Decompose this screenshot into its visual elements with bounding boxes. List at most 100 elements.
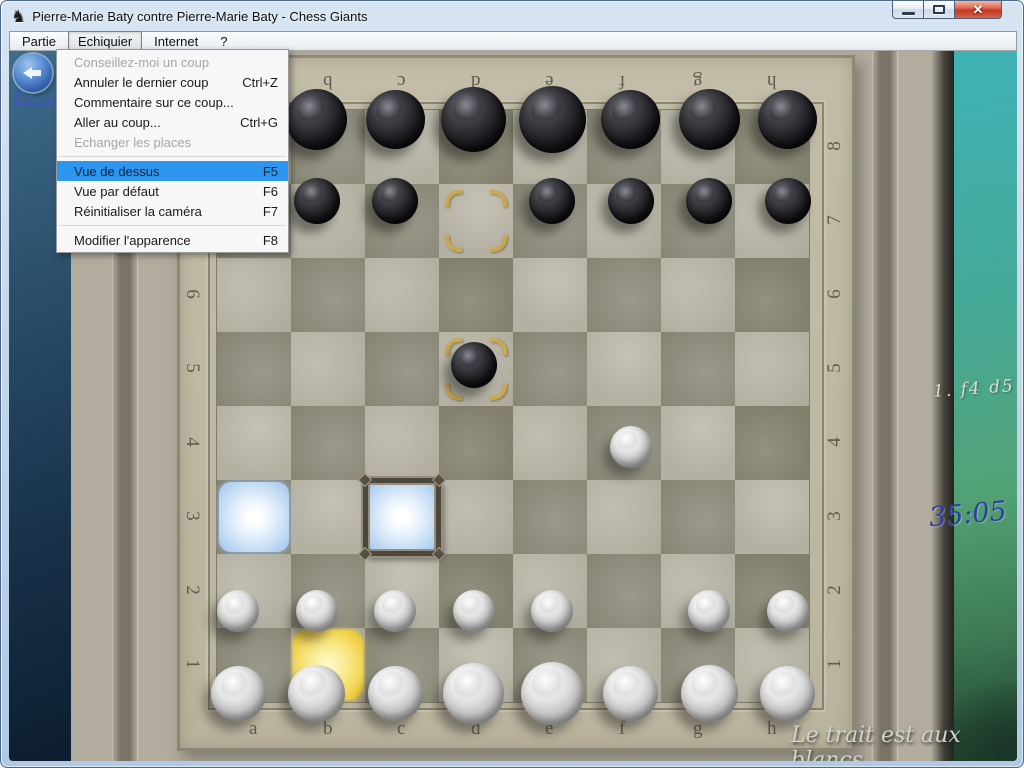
menu-item-shortcut: F5: [263, 164, 278, 179]
square-b6[interactable]: [291, 258, 365, 332]
square-h6[interactable]: [735, 258, 809, 332]
piece-white-pawn-a2[interactable]: [217, 590, 259, 632]
minimize-icon: [902, 12, 915, 15]
square-c4[interactable]: [365, 406, 439, 480]
menu-item-echanger-les-places[interactable]: Echanger les places: [57, 132, 288, 152]
piece-white-pawn-e2[interactable]: [531, 590, 573, 632]
piece-white-pawn-d2[interactable]: [453, 590, 495, 632]
rank-label-left-3: 3: [181, 511, 203, 521]
piece-white-pawn-b2[interactable]: [296, 590, 338, 632]
piece-highlight: [378, 672, 407, 701]
rank-label-left-2: 2: [181, 585, 203, 595]
piece-black-queen-d8[interactable]: [441, 87, 506, 152]
maximize-icon: [933, 5, 945, 14]
piece-black-pawn-h7[interactable]: [765, 178, 811, 224]
square-g4[interactable]: [661, 406, 735, 480]
menu-item-r-initialiser-la-cam-ra[interactable]: Réinitialiser la caméra F7: [57, 201, 288, 221]
piece-highlight: [690, 96, 722, 128]
piece-black-pawn-f7[interactable]: [608, 178, 654, 224]
close-button[interactable]: ✕: [955, 1, 1002, 19]
piece-black-pawn-b7[interactable]: [294, 178, 340, 224]
square-f6[interactable]: [587, 258, 661, 332]
piece-black-rook-h8[interactable]: [758, 90, 817, 149]
piece-white-knight-g1[interactable]: [681, 665, 738, 722]
piece-black-pawn-c7[interactable]: [372, 178, 418, 224]
piece-white-pawn-g2[interactable]: [688, 590, 730, 632]
piece-white-pawn-f4[interactable]: [610, 426, 652, 468]
piece-black-king-e8[interactable]: [519, 86, 586, 153]
menu-separator: [59, 225, 286, 226]
piece-highlight: [381, 184, 405, 208]
chess-board[interactable]: [217, 110, 809, 702]
square-g5[interactable]: [661, 332, 735, 406]
square-a4[interactable]: [217, 406, 291, 480]
piece-highlight: [538, 184, 562, 208]
file-label-bottom-a: a: [249, 718, 257, 740]
minimize-button[interactable]: [892, 1, 923, 19]
menu-item-conseillez-moi-un-coup[interactable]: Conseillez-moi un coup: [57, 52, 288, 72]
square-d3[interactable]: [439, 480, 513, 554]
piece-black-knight-g8[interactable]: [679, 89, 740, 150]
square-e3[interactable]: [513, 480, 587, 554]
piece-black-bishop-f8[interactable]: [601, 90, 660, 149]
square-e5[interactable]: [513, 332, 587, 406]
square-f2[interactable]: [587, 554, 661, 628]
menu-item-label: Réinitialiser la caméra: [74, 204, 202, 219]
square-e6[interactable]: [513, 258, 587, 332]
back-button[interactable]: [14, 54, 52, 92]
square-b5[interactable]: [291, 332, 365, 406]
menu-item-shortcut: F7: [263, 204, 278, 219]
square-a6[interactable]: [217, 258, 291, 332]
menu-item-commentaire-sur-ce-coup[interactable]: Commentaire sur ce coup...: [57, 92, 288, 112]
square-c5[interactable]: [365, 332, 439, 406]
square-g6[interactable]: [661, 258, 735, 332]
square-g3[interactable]: [661, 480, 735, 554]
piece-black-pawn-d5[interactable]: [451, 342, 497, 388]
maximize-button[interactable]: [923, 1, 955, 19]
piece-highlight: [696, 595, 718, 617]
piece-white-queen-d1[interactable]: [443, 663, 504, 724]
piece-black-pawn-e7[interactable]: [529, 178, 575, 224]
piece-black-knight-b8[interactable]: [286, 89, 347, 150]
rank-label-left-5: 5: [181, 363, 203, 373]
menu-item-annuler-le-dernier-coup[interactable]: Annuler le dernier coupCtrl+Z: [57, 72, 288, 92]
square-b4[interactable]: [291, 406, 365, 480]
square-h4[interactable]: [735, 406, 809, 480]
square-d6[interactable]: [439, 258, 513, 332]
piece-highlight: [539, 595, 561, 617]
piece-white-pawn-c2[interactable]: [374, 590, 416, 632]
legal-move-highlight-a3[interactable]: [219, 482, 289, 552]
square-c6[interactable]: [365, 258, 439, 332]
piece-black-bishop-c8[interactable]: [366, 90, 425, 149]
caption-buttons: ✕: [892, 1, 1002, 19]
square-a5[interactable]: [217, 332, 291, 406]
file-label-top-b: b: [323, 70, 333, 92]
menu-item-vue-de-dessus[interactable]: Vue de dessusF5: [57, 161, 288, 181]
piece-white-knight-b1[interactable]: [288, 665, 345, 722]
piece-black-pawn-g7[interactable]: [686, 178, 732, 224]
square-h3[interactable]: [735, 480, 809, 554]
piece-highlight: [612, 97, 643, 128]
menu-item-modifier-l-apparence[interactable]: Modifier l'apparenceF8: [57, 230, 288, 250]
piece-white-bishop-f1[interactable]: [603, 666, 658, 721]
square-h5[interactable]: [735, 332, 809, 406]
rank-label-left-6: 6: [181, 289, 203, 299]
square-d4[interactable]: [439, 406, 513, 480]
square-f5[interactable]: [587, 332, 661, 406]
piece-highlight: [382, 595, 404, 617]
menu-item-aller-au-coup[interactable]: Aller au coup...Ctrl+G: [57, 112, 288, 132]
piece-white-rook-a1[interactable]: [211, 666, 266, 721]
square-e4[interactable]: [513, 406, 587, 480]
piece-white-bishop-c1[interactable]: [368, 666, 423, 721]
square-f3[interactable]: [587, 480, 661, 554]
menu-separator: [59, 156, 286, 157]
piece-white-rook-h1[interactable]: [760, 666, 815, 721]
file-label-top-g: g: [693, 70, 703, 92]
piece-white-pawn-h2[interactable]: [767, 590, 809, 632]
piece-white-king-e1[interactable]: [521, 662, 584, 725]
cursor-frame-c3[interactable]: [363, 478, 441, 556]
square-b3[interactable]: [291, 480, 365, 554]
title-bar[interactable]: ♞ Pierre-Marie Baty contre Pierre-Marie …: [1, 1, 1023, 31]
menu-item-vue-par-d-faut[interactable]: Vue par défautF6: [57, 181, 288, 201]
menu-item-shortcut: F6: [263, 184, 278, 199]
